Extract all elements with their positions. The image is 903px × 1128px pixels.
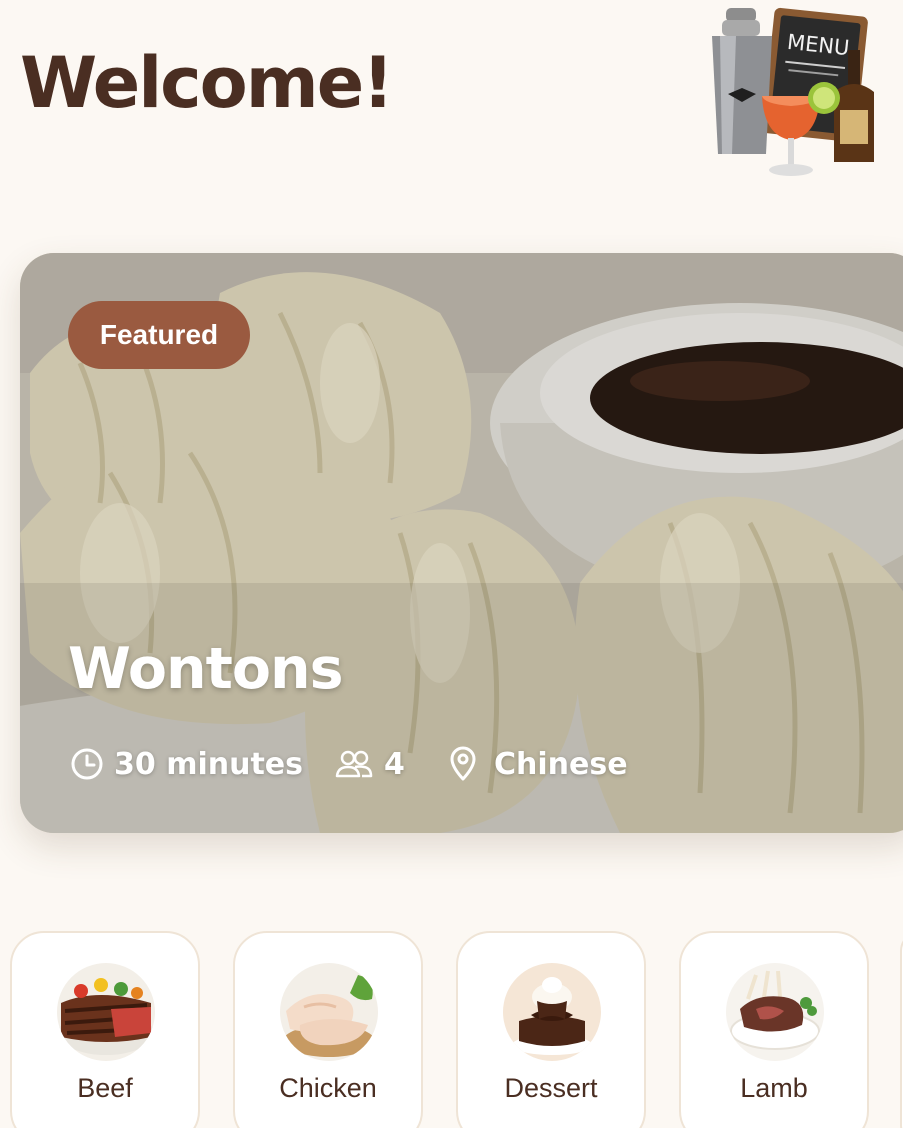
beef-steak-icon xyxy=(57,963,155,1061)
page-title: Welcome! xyxy=(20,42,394,124)
recipe-time: 30 minutes xyxy=(70,741,303,787)
category-label: Beef xyxy=(77,1073,133,1103)
bar-menu-icon: MENU xyxy=(706,6,882,178)
featured-badge: Featured xyxy=(68,301,250,369)
category-label: Chicken xyxy=(279,1073,377,1103)
recipe-title: Wontons xyxy=(68,636,343,702)
category-card-beef[interactable]: Beef xyxy=(10,931,200,1128)
dessert-cake-icon xyxy=(503,963,601,1061)
app-screen: Welcome! MENU Featured Wontons 30 minute… xyxy=(0,0,903,1128)
people-icon xyxy=(335,750,373,778)
chicken-icon xyxy=(280,963,378,1061)
clock-icon xyxy=(71,748,103,780)
recipe-time-label: 30 minutes xyxy=(114,746,303,782)
category-card-dessert[interactable]: Dessert xyxy=(456,931,646,1128)
recipe-servings-label: 4 xyxy=(384,746,405,782)
category-card-chicken[interactable]: Chicken xyxy=(233,931,423,1128)
category-label: Dessert xyxy=(504,1073,598,1103)
category-label: Lamb xyxy=(740,1073,808,1103)
recipe-servings: 4 xyxy=(334,741,405,787)
location-pin-icon xyxy=(450,746,476,781)
recipe-cuisine-label: Chinese xyxy=(494,746,628,782)
category-card-lamb[interactable]: Lamb xyxy=(679,931,869,1128)
lamb-chops-icon xyxy=(726,963,824,1061)
recipe-cuisine: Chinese xyxy=(448,741,628,787)
featured-recipe-card[interactable]: Featured Wontons 30 minutes 4 Chinese xyxy=(20,253,903,833)
